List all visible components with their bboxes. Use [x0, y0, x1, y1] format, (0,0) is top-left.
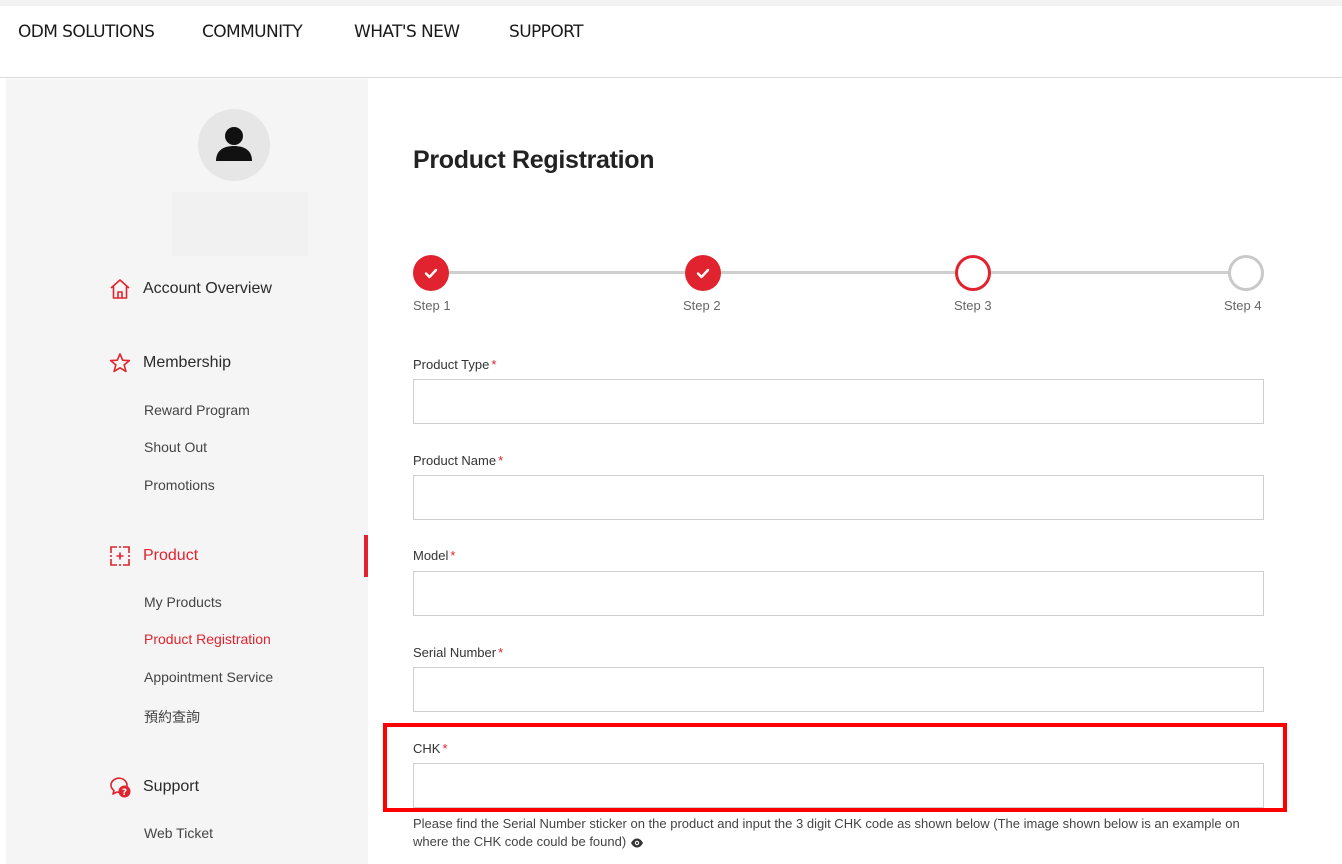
product-name-input[interactable]	[413, 475, 1264, 520]
sidebar-item-label: Membership	[143, 354, 232, 371]
sidebar-item-label: Product	[143, 547, 199, 564]
step-1-label: Step 1	[413, 298, 451, 313]
chk-input[interactable]	[413, 763, 1264, 808]
product-frame-icon	[108, 544, 132, 568]
username-placeholder	[172, 192, 308, 256]
step-4-label: Step 4	[1224, 298, 1262, 313]
nav-support[interactable]: SUPPORT	[509, 22, 583, 42]
nav-community[interactable]: COMMUNITY	[202, 22, 303, 42]
step-2-label: Step 2	[683, 298, 721, 313]
check-icon	[424, 268, 438, 279]
sidebar-subitem-product-registration[interactable]: Product Registration	[144, 631, 271, 647]
step-1-indicator	[413, 255, 449, 291]
sidebar-subitem-appointment-inquiry[interactable]: 預約查詢	[144, 707, 200, 727]
check-icon	[696, 268, 710, 279]
user-icon	[216, 127, 252, 161]
avatar[interactable]	[198, 109, 270, 181]
sidebar-item-product[interactable]: Product	[108, 544, 198, 568]
nav-whats-new[interactable]: WHAT'S NEW	[354, 22, 460, 42]
sidebar-item-account-overview[interactable]: Account Overview	[108, 277, 272, 301]
stepper-track	[431, 271, 1246, 274]
sidebar-subitem-my-products[interactable]: My Products	[144, 594, 222, 610]
sidebar-item-label: Support	[143, 778, 200, 795]
sidebar-subitem-shout-out[interactable]: Shout Out	[144, 439, 207, 455]
sidebar-subitem-appointment-service[interactable]: Appointment Service	[144, 669, 273, 685]
sidebar-subitem-promotions[interactable]: Promotions	[144, 477, 215, 493]
step-2-indicator	[685, 255, 721, 291]
step-3-label: Step 3	[954, 298, 992, 313]
sidebar-item-label: Account Overview	[143, 280, 272, 297]
model-input[interactable]	[413, 571, 1264, 616]
eye-icon[interactable]	[630, 835, 644, 853]
active-section-indicator	[364, 535, 368, 577]
home-icon	[108, 277, 132, 301]
sidebar-subitem-reward-program[interactable]: Reward Program	[144, 402, 250, 418]
step-3-indicator	[955, 255, 991, 291]
sidebar-item-support[interactable]: ? Support	[108, 775, 199, 799]
sidebar-subitem-web-ticket[interactable]: Web Ticket	[144, 825, 213, 841]
svg-text:?: ?	[122, 788, 127, 798]
model-label: Model *	[413, 548, 456, 563]
product-name-label: Product Name *	[413, 453, 504, 468]
star-icon	[108, 351, 132, 375]
sidebar-item-membership[interactable]: Membership	[108, 351, 231, 375]
serial-number-input[interactable]	[413, 667, 1264, 712]
support-chat-icon: ?	[108, 775, 132, 799]
page-title: Product Registration	[413, 146, 655, 174]
serial-number-label: Serial Number *	[413, 645, 504, 660]
product-type-label: Product Type *	[413, 357, 497, 372]
top-navigation: ODM SOLUTIONS COMMUNITY WHAT'S NEW SUPPO…	[0, 0, 1342, 78]
chk-help-text: Please find the Serial Number sticker on…	[413, 815, 1273, 853]
nav-odm-solutions[interactable]: ODM SOLUTIONS	[18, 22, 155, 42]
step-4-indicator	[1228, 255, 1264, 291]
chk-label: CHK *	[413, 741, 448, 756]
product-type-input[interactable]	[413, 379, 1264, 424]
